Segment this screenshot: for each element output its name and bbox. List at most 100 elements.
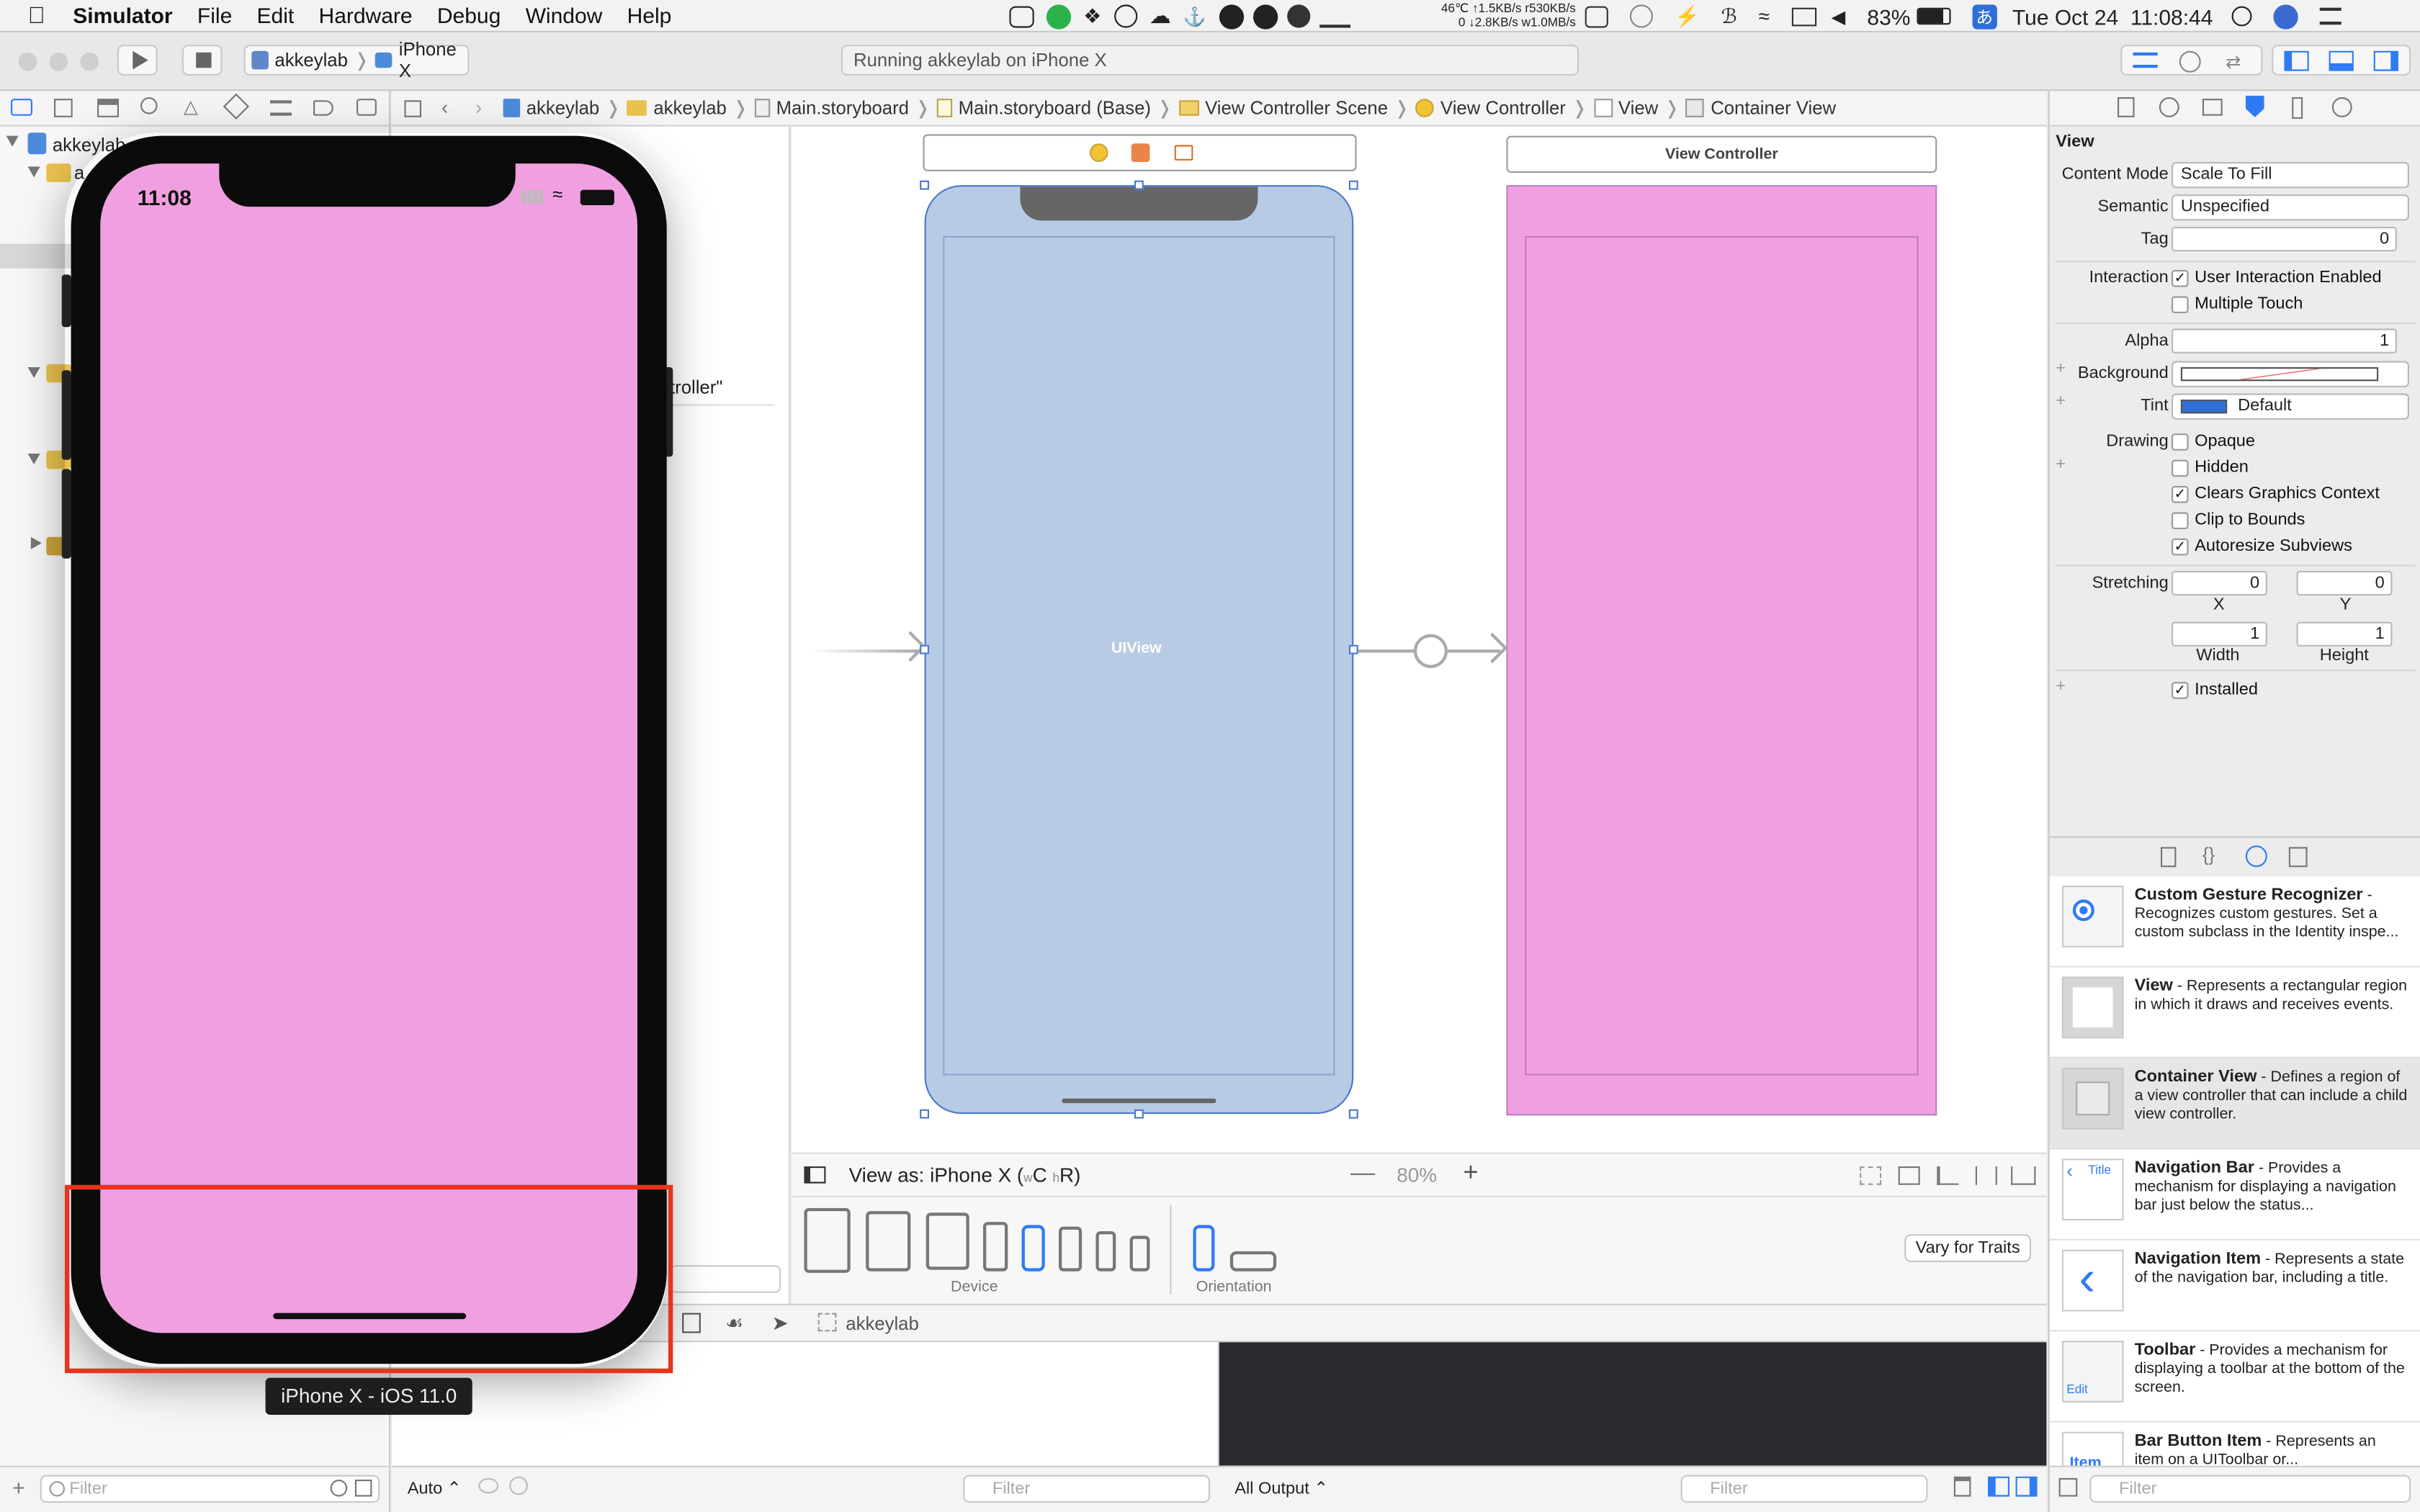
vary-for-traits-button[interactable]: Vary for Traits — [1904, 1234, 2031, 1262]
connections-inspector-icon[interactable] — [2331, 97, 2352, 117]
utilities-toggle-icon[interactable] — [2373, 50, 2398, 71]
menu-debug[interactable]: Debug — [425, 3, 514, 27]
landscape-icon[interactable] — [1229, 1251, 1277, 1272]
window-close-button[interactable] — [18, 52, 37, 71]
portrait-icon[interactable] — [1193, 1225, 1215, 1272]
breadcrumb-view-controller[interactable]: View Controller — [1440, 97, 1566, 119]
dropbox-icon[interactable]: ❖ — [1083, 4, 1101, 28]
simulator-screen[interactable] — [100, 163, 637, 1333]
library-item[interactable]: Custom Gesture Recognizer - Recognizes c… — [2049, 876, 2420, 968]
hidden-checkbox[interactable] — [2172, 459, 2189, 477]
zoom-out-button[interactable]: — — [1350, 1160, 1375, 1188]
bolt-icon[interactable]: ⚡ — [1675, 4, 1700, 28]
iphone-4s-icon[interactable] — [1129, 1236, 1150, 1272]
exit-icon[interactable] — [1174, 145, 1193, 161]
pin-icon[interactable] — [1975, 1166, 1997, 1185]
breadcrumb-view[interactable]: View — [1618, 97, 1658, 119]
stretch-y-field[interactable]: 0 — [2296, 570, 2393, 596]
add-variation-icon[interactable]: + — [2056, 678, 2066, 696]
run-button[interactable] — [117, 45, 158, 76]
child-scene-dock[interactable]: View Controller — [1506, 135, 1937, 173]
breakpoint-icon[interactable] — [313, 100, 333, 116]
window-minimize-button[interactable] — [49, 52, 68, 71]
info-icon[interactable] — [509, 1476, 528, 1495]
disclosure-triangle[interactable] — [27, 366, 40, 378]
show-console-icon[interactable] — [2015, 1476, 2038, 1497]
source-control-icon[interactable] — [54, 99, 73, 117]
resize-handle[interactable] — [1348, 180, 1358, 190]
user-interaction-checkbox[interactable]: ✓ — [2172, 270, 2189, 287]
menu-edit[interactable]: Edit — [244, 3, 306, 27]
volume-icon[interactable]: ◀ — [1832, 6, 1846, 27]
ipad-pro-12-icon[interactable] — [804, 1207, 851, 1273]
view-as-label[interactable]: View as: iPhone X (wC hR) — [849, 1164, 1081, 1187]
user-avatar-icon[interactable] — [2273, 4, 2298, 29]
outline-toggle-icon[interactable] — [804, 1166, 826, 1184]
breadcrumb-group[interactable]: akkeylab — [653, 97, 727, 119]
apple-icon[interactable]:  — [0, 2, 58, 28]
cloud-icon[interactable]: ☁ — [1150, 3, 1171, 29]
installed-checkbox[interactable]: ✓ — [2172, 682, 2189, 699]
clip-bounds-checkbox[interactable] — [2172, 512, 2189, 529]
scheme-selector[interactable]: akkeylab ❭ iPhone X — [243, 39, 470, 82]
iphone-icon[interactable] — [1059, 1226, 1083, 1272]
report-icon[interactable] — [356, 99, 377, 116]
align-icon[interactable] — [1937, 1166, 1959, 1185]
quicklook-icon[interactable] — [478, 1477, 499, 1494]
storyboard-canvas[interactable]: UIView View Controller — [792, 126, 2047, 1153]
update-frames-icon[interactable] — [1860, 1166, 1882, 1185]
paw-icon[interactable] — [1219, 4, 1244, 29]
console-filter-field[interactable]: Filter — [1680, 1475, 1928, 1503]
content-mode-popup[interactable]: Scale To Fill — [2172, 162, 2409, 189]
spotlight-icon[interactable] — [2231, 6, 2252, 27]
trash-icon[interactable] — [1953, 1476, 1971, 1497]
quick-help-icon[interactable] — [2159, 97, 2179, 117]
battery-percent[interactable]: 83% — [1867, 4, 1910, 28]
grid-view-icon[interactable] — [2058, 1477, 2078, 1497]
window-zoom-button[interactable] — [80, 52, 99, 71]
airplay-icon[interactable] — [1791, 6, 1816, 26]
navigator-toggle-icon[interactable] — [2284, 50, 2309, 71]
breadcrumb-scene[interactable]: View Controller Scene — [1205, 97, 1388, 119]
auto-variables-popup[interactable]: Auto ⌃ — [408, 1478, 462, 1498]
attributes-inspector-icon[interactable] — [2245, 95, 2264, 117]
opaque-checkbox[interactable] — [2172, 433, 2189, 451]
library-filter-field[interactable]: Filter — [2089, 1475, 2411, 1503]
menu-help[interactable]: Help — [614, 3, 684, 27]
clears-context-checkbox[interactable]: ✓ — [2172, 486, 2189, 503]
breadcrumb-storyboard[interactable]: Main.storyboard — [776, 97, 909, 119]
stretch-height-field[interactable]: 1 — [2296, 621, 2393, 647]
stretch-x-field[interactable]: 0 — [2172, 570, 2267, 596]
tasks-icon[interactable] — [1009, 5, 1034, 27]
recent-files-icon[interactable] — [330, 1480, 348, 1497]
library-item[interactable]: View - Represents a rectangular region i… — [2049, 968, 2420, 1058]
location-icon[interactable]: ➤ — [771, 1311, 788, 1336]
cpu-graph-icon[interactable] — [1319, 6, 1350, 27]
forward-button[interactable]: › — [475, 96, 482, 119]
library-item[interactable]: ‹ Navigation Item - Represents a state o… — [2049, 1241, 2420, 1332]
find-icon[interactable] — [140, 97, 158, 114]
tint-color-popup[interactable]: Default — [2172, 393, 2409, 420]
library-item[interactable]: Edit Toolbar - Provides a mechanism for … — [2049, 1331, 2420, 1423]
media-library-icon[interactable] — [2288, 847, 2308, 868]
multiple-touch-checkbox[interactable] — [2172, 296, 2189, 313]
standard-editor-icon[interactable] — [2133, 52, 2158, 68]
view-debugger-icon[interactable] — [682, 1313, 701, 1333]
debug-navigator-icon[interactable] — [270, 100, 292, 116]
network-stats[interactable]: 46℃ ↑1.5KB/s r530KB/s 0 ↓2.8KB/s w1.0MB/… — [1412, 1, 1576, 30]
menu-app-name[interactable]: Simulator — [58, 3, 185, 27]
disclosure-triangle[interactable] — [27, 166, 40, 178]
variables-filter-field[interactable]: Filter — [963, 1475, 1210, 1503]
file-inspector-icon[interactable] — [2118, 97, 2135, 117]
disclosure-triangle[interactable] — [27, 454, 40, 464]
assistant-editor-icon[interactable] — [2179, 50, 2201, 73]
code-snippet-icon[interactable]: {} — [2202, 844, 2215, 865]
semantic-popup[interactable]: Unspecified — [2172, 194, 2409, 221]
object-library-icon[interactable] — [2245, 845, 2267, 868]
library-item[interactable]: Item Bar Button Item - Represents an ite… — [2050, 1423, 2420, 1466]
resize-handle[interactable] — [920, 644, 929, 654]
related-items-icon[interactable] — [404, 100, 421, 117]
autoresize-checkbox[interactable]: ✓ — [2172, 538, 2189, 556]
wifi-icon[interactable]: ≈ — [1759, 4, 1770, 27]
size-inspector-icon[interactable] — [2292, 97, 2303, 119]
